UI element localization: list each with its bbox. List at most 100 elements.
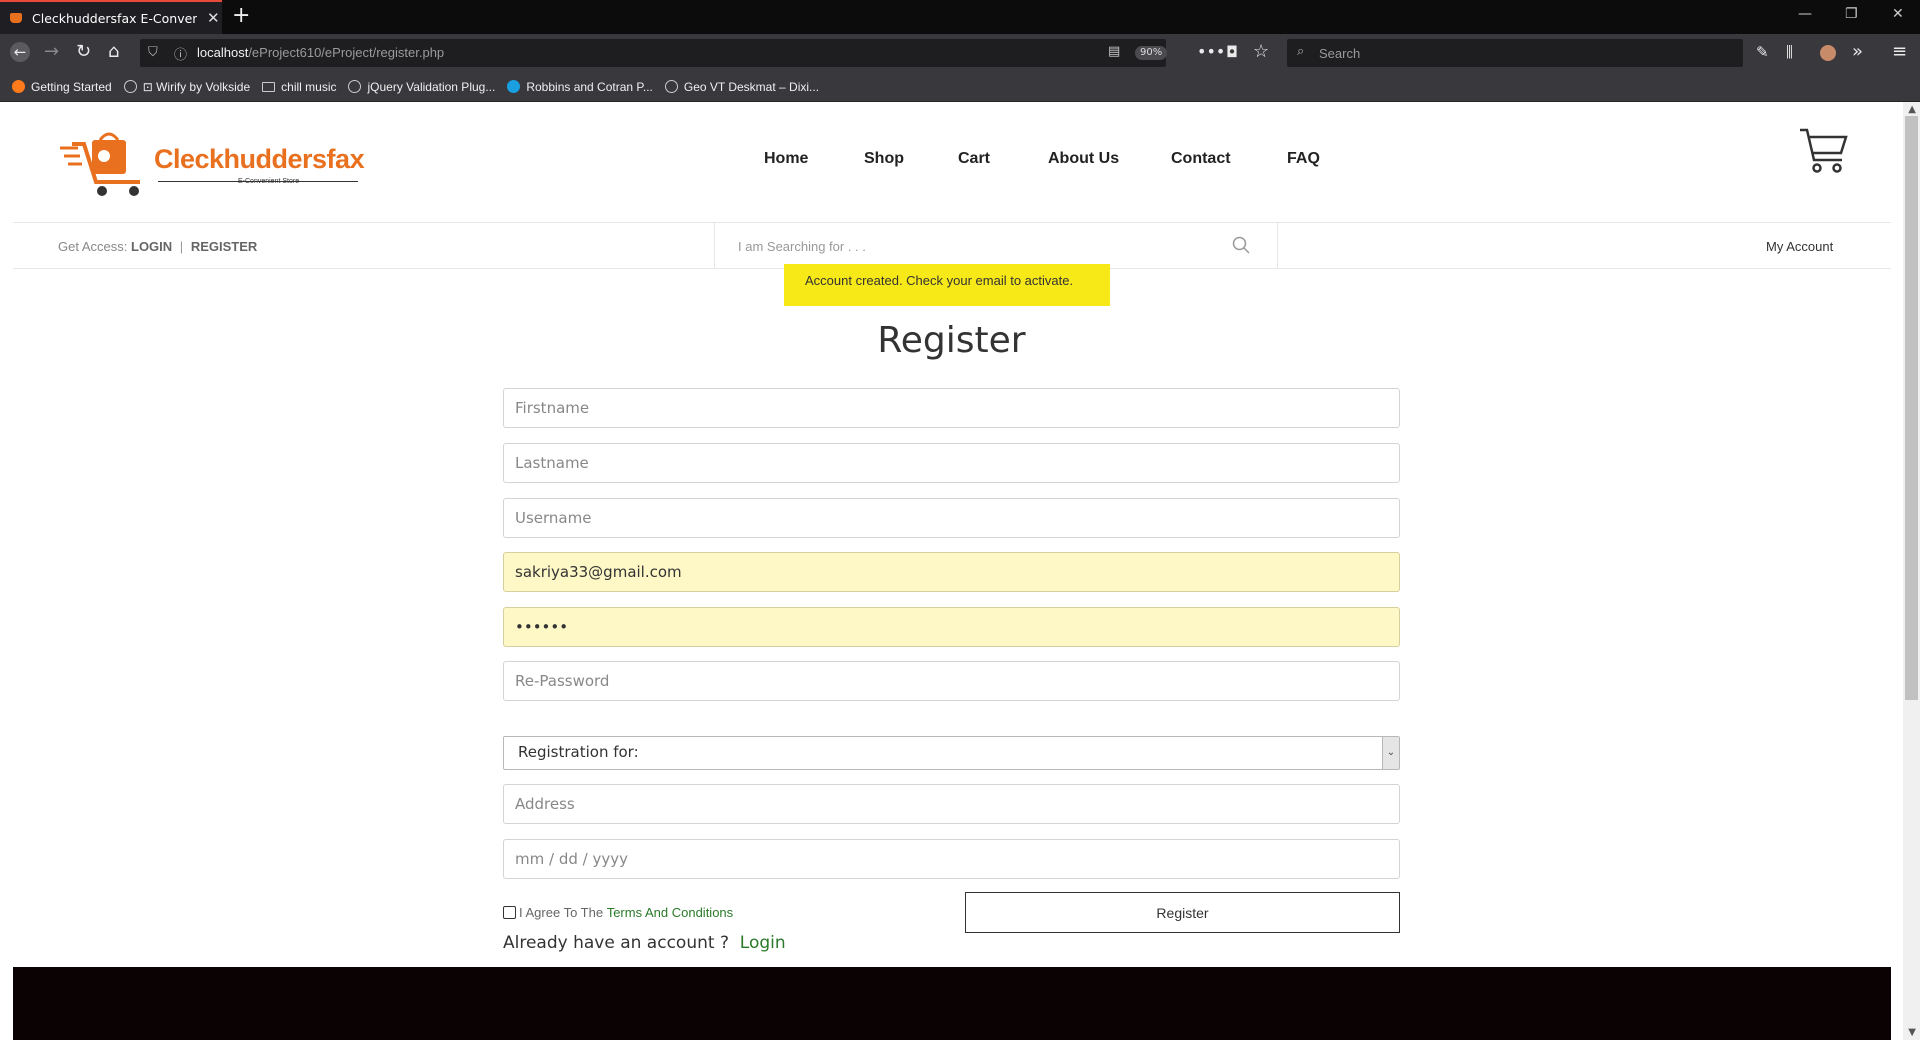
url-path: /eProject610/eProject/register.php: [248, 45, 445, 60]
reader-view-icon[interactable]: ▤: [1108, 44, 1120, 59]
agree-text: I Agree To The: [519, 905, 607, 920]
zoom-level[interactable]: 90%: [1135, 46, 1168, 60]
globe-icon: [664, 80, 678, 93]
minimize-icon[interactable]: —: [1798, 6, 1812, 22]
bookmark-label: Getting Started: [31, 79, 112, 94]
browser-tab[interactable]: Cleckhuddersfax E-Convenient Store ✕: [0, 0, 222, 34]
cart-icon[interactable]: [1798, 126, 1848, 174]
url-text: localhost/eProject610/eProject/register.…: [197, 45, 444, 60]
shopping-cart-logo-icon: [60, 132, 140, 196]
login-link[interactable]: LOGIN: [131, 239, 172, 254]
logo-tagline: E-Convenient Store: [238, 178, 300, 185]
terms-link[interactable]: Terms And Conditions: [607, 905, 733, 920]
terms-checkbox[interactable]: [503, 906, 516, 919]
bookmark-geo-vt-deskmat[interactable]: Geo VT Deskmat – Dixi...: [664, 79, 820, 94]
bookmark-jquery-validation[interactable]: jQuery Validation Plug...: [348, 80, 495, 94]
pocket-icon[interactable]: ◘: [1226, 42, 1238, 62]
url-bar[interactable]: ⛉ ⓘ localhost/eProject610/eProject/regis…: [140, 39, 1168, 67]
hamburger-menu-icon[interactable]: ≡: [1892, 42, 1907, 62]
search-icon: ⌕: [1297, 44, 1305, 59]
shield-icon[interactable]: ⛉: [148, 45, 158, 60]
search-icon[interactable]: [1232, 236, 1250, 254]
password-field[interactable]: [503, 607, 1400, 647]
bookmark-label: jQuery Validation Plug...: [367, 79, 496, 94]
header-separator: [714, 222, 715, 268]
browser-search-box[interactable]: ⌕ Search: [1287, 39, 1743, 67]
access-links: Get Access: LOGIN | REGISTER: [58, 239, 257, 254]
nav-about-us[interactable]: About Us: [1048, 150, 1119, 168]
scroll-up-icon[interactable]: ▲: [1908, 104, 1916, 115]
reload-icon[interactable]: ↻: [76, 42, 91, 62]
new-tab-button[interactable]: +: [232, 4, 250, 28]
overflow-menu-icon[interactable]: »: [1852, 42, 1863, 62]
repassword-field[interactable]: [503, 661, 1400, 701]
url-host: localhost: [197, 45, 249, 60]
login-link-bottom[interactable]: Login: [740, 933, 786, 953]
restore-icon[interactable]: ❐: [1845, 6, 1858, 22]
header-divider-top: [13, 222, 1891, 223]
username-field[interactable]: [503, 498, 1400, 538]
chevron-down-icon[interactable]: ⌄: [1382, 737, 1399, 769]
nav-home[interactable]: Home: [764, 150, 808, 168]
blue-globe-icon: [507, 80, 521, 93]
web-page: Cleckhuddersfax E-Convenient Store Home …: [0, 102, 1920, 1040]
bookmark-getting-started[interactable]: Getting Started: [12, 80, 112, 94]
folder-icon: [262, 81, 276, 92]
library-icon[interactable]: ⫼: [1786, 42, 1793, 62]
page-actions-icon[interactable]: •••: [1197, 42, 1225, 62]
nav-shop[interactable]: Shop: [864, 150, 904, 168]
bookmark-label: chill music: [281, 79, 337, 94]
date-field[interactable]: [503, 839, 1400, 879]
logo-name: Cleckhuddersfax: [154, 144, 365, 174]
scroll-down-icon[interactable]: ▼: [1908, 1027, 1916, 1038]
globe-icon: [123, 80, 137, 93]
browser-toolbar: ← → ↻ ⌂ ⛉ ⓘ localhost/eProject610/eProje…: [0, 34, 1920, 72]
header-separator: [1277, 222, 1278, 268]
site-footer: [13, 967, 1891, 1040]
registration-for-select[interactable]: Registration for: ⌄: [503, 736, 1400, 770]
bookmark-chill-music[interactable]: chill music: [262, 80, 336, 94]
email-field[interactable]: [503, 552, 1400, 592]
page-scrollbar[interactable]: ▲ ▼: [1903, 102, 1920, 1040]
firefox-icon: [12, 80, 25, 93]
bookmark-label: Robbins and Cotran P...: [526, 79, 653, 94]
firstname-field[interactable]: [503, 388, 1400, 428]
forward-icon[interactable]: →: [44, 42, 59, 62]
browser-search-placeholder: Search: [1319, 46, 1361, 61]
success-alert: Account created. Check your email to act…: [784, 264, 1110, 306]
register-link[interactable]: REGISTER: [191, 239, 257, 254]
nav-contact[interactable]: Contact: [1171, 150, 1231, 168]
page-title: Register: [877, 320, 1026, 361]
developer-tools-icon[interactable]: ✎: [1756, 42, 1769, 62]
bookmarks-bar: Getting Started ⊡ Wirify by Volkside chi…: [0, 72, 1920, 102]
nav-faq[interactable]: FAQ: [1287, 150, 1320, 168]
registration-for-value: Registration for:: [518, 743, 639, 761]
site-favicon-icon: [10, 11, 22, 25]
site-logo[interactable]: Cleckhuddersfax E-Convenient Store: [58, 130, 365, 200]
bookmark-wirify[interactable]: ⊡ Wirify by Volkside: [123, 79, 251, 94]
my-account-link[interactable]: My Account: [1766, 239, 1833, 254]
terms-agreement: I Agree To The Terms And Conditions: [503, 905, 733, 920]
site-search-input[interactable]: I am Searching for . . .: [738, 239, 866, 254]
close-tab-icon[interactable]: ✕: [207, 9, 220, 27]
access-label: Get Access:: [58, 239, 128, 254]
access-separator: |: [179, 239, 184, 254]
nav-cart[interactable]: Cart: [958, 150, 990, 168]
address-field[interactable]: [503, 784, 1400, 824]
bookmark-label: Geo VT Deskmat – Dixi...: [683, 79, 820, 94]
back-icon[interactable]: ←: [10, 42, 30, 62]
bookmark-label: ⊡ Wirify by Volkside: [142, 79, 251, 94]
register-button[interactable]: Register: [965, 892, 1400, 933]
scrollbar-thumb[interactable]: [1905, 116, 1918, 700]
lastname-field[interactable]: [503, 443, 1400, 483]
info-icon[interactable]: ⓘ: [174, 44, 187, 63]
browser-titlebar: Cleckhuddersfax E-Convenient Store ✕ + —…: [0, 0, 1920, 34]
account-avatar-icon[interactable]: [1820, 45, 1836, 61]
have-account-text: Already have an account ?: [503, 933, 735, 953]
home-icon[interactable]: ⌂: [108, 42, 119, 62]
bookmark-robbins-cotran[interactable]: Robbins and Cotran P...: [507, 80, 653, 94]
globe-icon: [348, 80, 362, 93]
have-account-prompt: Already have an account ? Login: [503, 933, 786, 953]
bookmark-star-icon[interactable]: ☆: [1253, 42, 1269, 62]
close-window-icon[interactable]: ✕: [1892, 6, 1904, 22]
